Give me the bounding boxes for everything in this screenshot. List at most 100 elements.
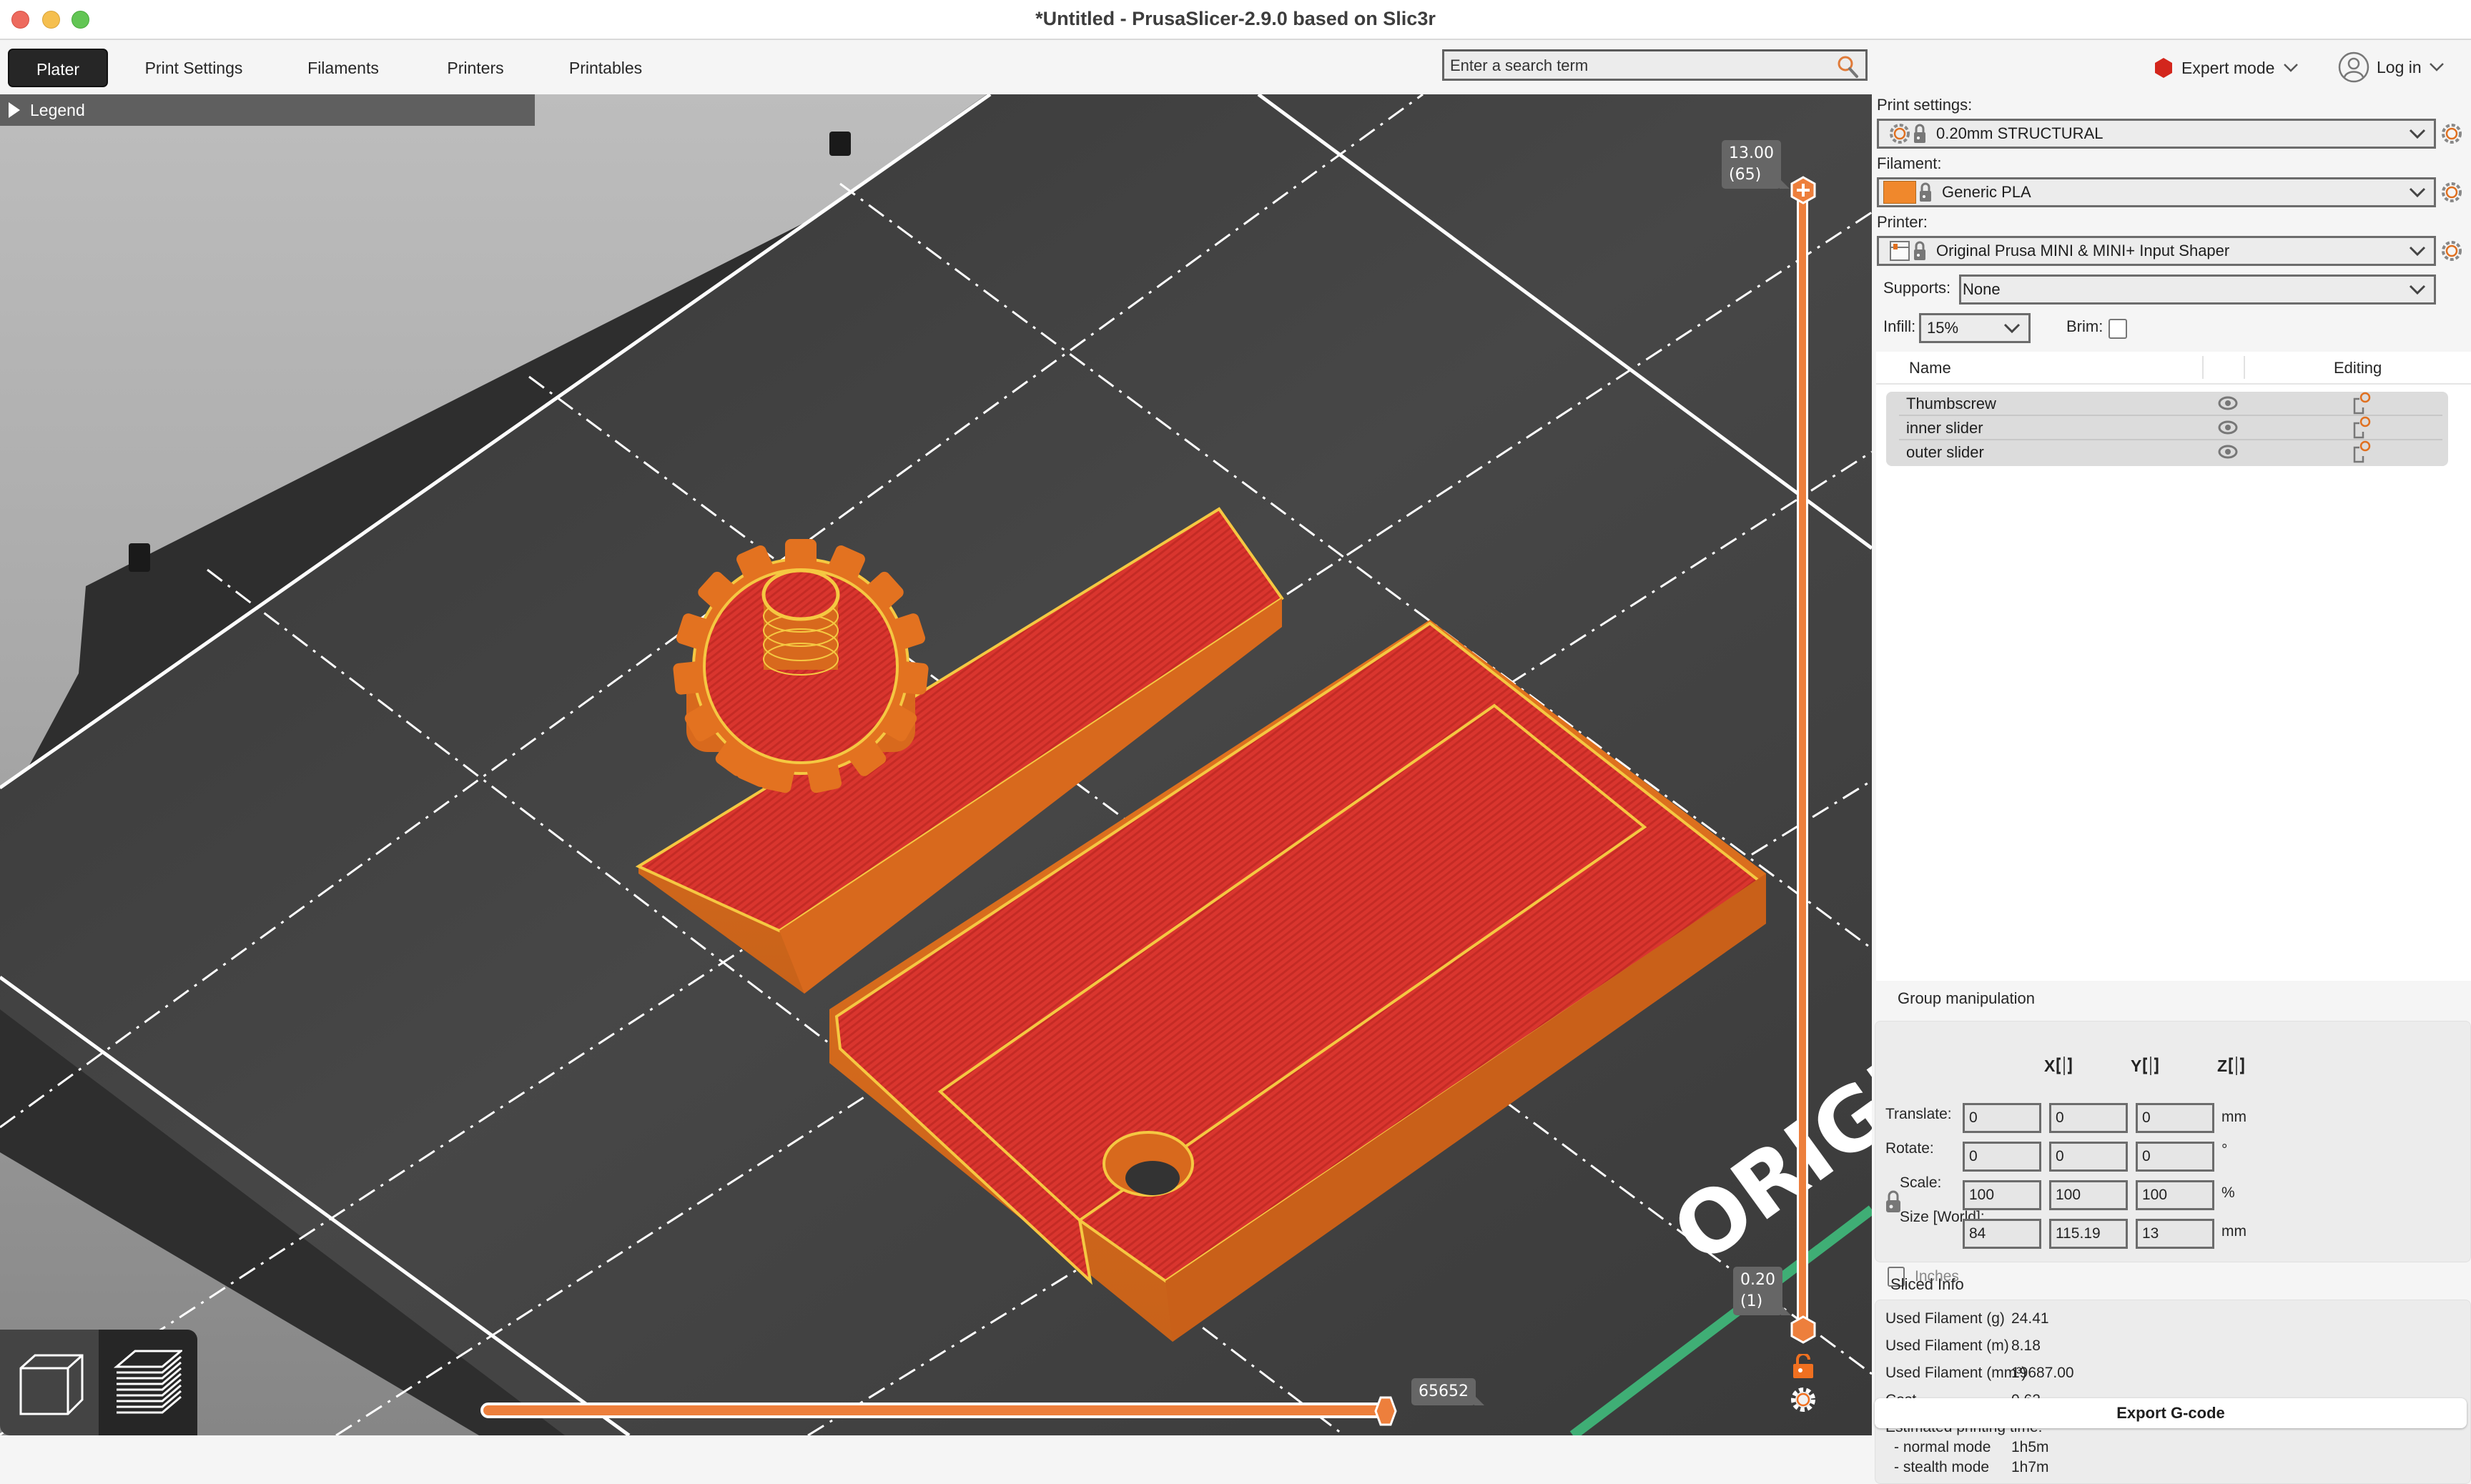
name-column-header[interactable]: Name xyxy=(1909,359,1951,377)
edit-filament-gear-icon[interactable] xyxy=(2441,182,2462,203)
tab-printers[interactable]: Printers xyxy=(433,49,518,87)
filament-value: Generic PLA xyxy=(1942,183,2031,201)
translate-y-input[interactable]: 0 xyxy=(2049,1103,2128,1133)
move-slider-tooltip: 65652 xyxy=(1411,1378,1484,1405)
infill-label: Infill: xyxy=(1883,317,1916,335)
brim-checkbox[interactable] xyxy=(2109,319,2127,339)
supports-label: Supports: xyxy=(1883,279,1951,297)
axis-bracket-icon xyxy=(2229,1057,2244,1075)
translate-x-input[interactable]: 0 xyxy=(1963,1103,2041,1133)
search-input[interactable] xyxy=(1450,54,1822,77)
login-menu[interactable]: Log in xyxy=(2338,51,2445,83)
tab-filaments[interactable]: Filaments xyxy=(293,49,393,87)
chevron-down-icon xyxy=(2284,64,2299,72)
chevron-down-icon xyxy=(2409,285,2426,295)
print-settings-dropdown[interactable]: 0.20mm STRUCTURAL xyxy=(1877,119,2436,149)
mode-label: Expert mode xyxy=(2181,58,2275,77)
object-name: inner slider xyxy=(1906,419,1983,437)
printer-dropdown[interactable]: Original Prusa MINI & MINI+ Input Shaper xyxy=(1877,236,2436,266)
sliced-info-value: 8.18 xyxy=(2011,1337,2041,1354)
tab-printables[interactable]: Printables xyxy=(558,49,653,87)
lower-layer-number: (1) xyxy=(1740,1292,1763,1310)
stealth-mode-label: - stealth mode xyxy=(1894,1459,1990,1475)
lower-layer-handle[interactable] xyxy=(1790,1315,1816,1344)
size-x-input[interactable]: 84 xyxy=(1963,1219,2041,1249)
scale-lock-icon[interactable] xyxy=(1885,1190,1901,1213)
layer-slider-track[interactable] xyxy=(1797,187,1808,1331)
object-row-inner-slider[interactable]: inner slider xyxy=(1899,416,2442,440)
move-slider-value: 65652 xyxy=(1419,1382,1469,1400)
settings-gear-icon[interactable] xyxy=(1790,1387,1816,1413)
rotate-y-input[interactable]: 0 xyxy=(2049,1142,2128,1172)
translate-z-input[interactable]: 0 xyxy=(2136,1103,2214,1133)
eye-icon[interactable] xyxy=(2218,420,2238,435)
move-slider[interactable] xyxy=(480,1403,1389,1418)
user-avatar-icon xyxy=(2338,51,2369,83)
translate-unit: mm xyxy=(2221,1109,2246,1125)
scale-y-input[interactable]: 100 xyxy=(2049,1180,2128,1210)
title-bar: *Untitled - PrusaSlicer-2.9.0 based on S… xyxy=(0,0,2471,40)
editing-column-header[interactable]: Editing xyxy=(2334,359,2382,377)
chevron-down-icon xyxy=(2409,129,2426,139)
axis-bracket-icon xyxy=(2143,1057,2159,1075)
printer-value: Original Prusa MINI & MINI+ Input Shaper xyxy=(1936,242,2230,259)
expand-triangle-icon xyxy=(9,102,20,118)
sliced-info-value: 24.41 xyxy=(2011,1310,2049,1327)
size-y-input[interactable]: 115.19 xyxy=(2049,1219,2128,1249)
eye-icon[interactable] xyxy=(2218,396,2238,410)
x-axis-header: X xyxy=(2044,1056,2072,1076)
object-settings-icon[interactable] xyxy=(2352,392,2372,415)
preview-button[interactable] xyxy=(99,1330,197,1435)
column-divider xyxy=(2202,356,2204,379)
edit-print-settings-gear-icon[interactable] xyxy=(2441,123,2462,144)
axis-bracket-icon xyxy=(2056,1057,2072,1075)
lock-icon xyxy=(1914,241,1925,260)
tab-plater[interactable]: Plater xyxy=(8,49,108,87)
object-row-thumbscrew[interactable]: Thumbscrew xyxy=(1899,392,2442,416)
legend-label: Legend xyxy=(30,100,85,119)
tab-print-settings[interactable]: Print Settings xyxy=(129,49,259,87)
export-gcode-button[interactable]: Export G-code xyxy=(1875,1398,2467,1428)
expert-mode-icon xyxy=(2155,58,2172,78)
scale-label: Scale: xyxy=(1900,1174,1942,1191)
legend-toggle[interactable]: Legend xyxy=(0,94,535,126)
infill-dropdown[interactable]: 15% xyxy=(1919,313,2031,343)
mode-selector[interactable]: Expert mode xyxy=(2154,56,2299,80)
move-slider-handle[interactable] xyxy=(1373,1395,1399,1427)
3d-viewport[interactable]: ORIGIN Legend 13.00 (65) 0.20 (1) 65652 xyxy=(0,94,1872,1435)
infill-value: 15% xyxy=(1927,319,1959,337)
rotate-x-input[interactable]: 0 xyxy=(1963,1142,2041,1172)
rotate-label: Rotate: xyxy=(1885,1140,1934,1157)
chevron-down-icon xyxy=(2409,187,2426,198)
search-field[interactable] xyxy=(1442,49,1868,81)
print-settings-value: 0.20mm STRUCTURAL xyxy=(1936,124,2103,142)
stealth-mode-value: 1h7m xyxy=(2011,1459,2049,1475)
filament-dropdown[interactable]: Generic PLA xyxy=(1877,177,2436,207)
login-label: Log in xyxy=(2377,57,2422,76)
search-icon[interactable] xyxy=(1835,54,1860,79)
upper-layer-handle[interactable] xyxy=(1790,176,1816,204)
axis-label: X xyxy=(2044,1056,2056,1075)
filament-color-swatch[interactable] xyxy=(1883,181,1916,204)
scale-z-input[interactable]: 100 xyxy=(2136,1180,2214,1210)
sliced-info-value: 19687.00 xyxy=(2011,1365,2074,1381)
object-row-outer-slider[interactable]: outer slider xyxy=(1899,440,2442,465)
group-manipulation-title: Group manipulation xyxy=(1898,989,2036,1007)
size-z-input[interactable]: 13 xyxy=(2136,1219,2214,1249)
layer-slider[interactable] xyxy=(1792,187,1813,1417)
object-settings-icon[interactable] xyxy=(2352,440,2372,463)
object-settings-icon[interactable] xyxy=(2352,416,2372,439)
sidebar: Print settings: 0.20mm STRUCTURAL Filame… xyxy=(1872,94,2471,1484)
supports-dropdown[interactable]: None xyxy=(1959,274,2436,305)
sliced-info-label: Used Filament (g) xyxy=(1885,1310,2005,1327)
sliced-info-panel: Used Filament (g) 24.41 Used Filament (m… xyxy=(1875,1300,2471,1484)
scale-x-input[interactable]: 100 xyxy=(1963,1180,2041,1210)
unlock-icon[interactable] xyxy=(1792,1354,1815,1380)
3d-view-button[interactable] xyxy=(0,1330,99,1435)
rotate-unit: ° xyxy=(2221,1142,2228,1158)
rotate-z-input[interactable]: 0 xyxy=(2136,1142,2214,1172)
scale-unit: % xyxy=(2221,1184,2235,1201)
edit-printer-gear-icon[interactable] xyxy=(2441,240,2462,262)
supports-value: None xyxy=(1963,280,2001,298)
eye-icon[interactable] xyxy=(2218,445,2238,459)
